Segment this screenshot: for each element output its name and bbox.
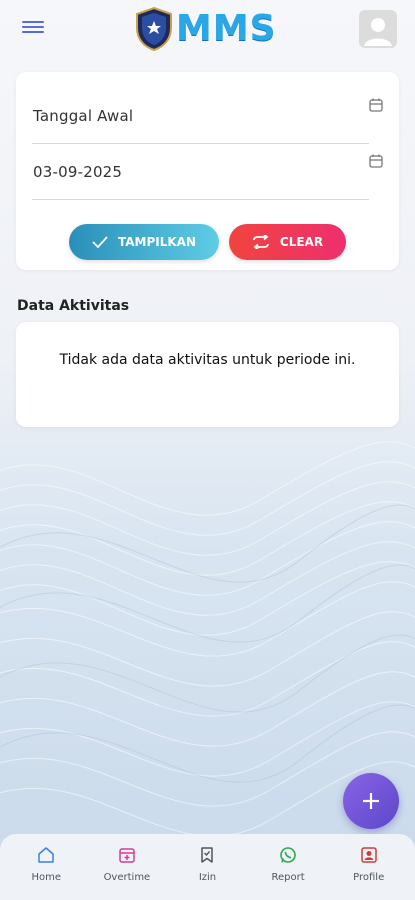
end-date-value: 03-09-2025 bbox=[33, 162, 123, 181]
shield-logo-icon bbox=[136, 6, 172, 52]
app-logo: MMS bbox=[134, 6, 277, 52]
plus-icon bbox=[363, 793, 379, 809]
nav-label: Overtime bbox=[103, 872, 151, 883]
app-header: MMS bbox=[0, 0, 415, 58]
add-fab-button[interactable] bbox=[343, 773, 399, 829]
nav-item-izin[interactable]: Izin bbox=[171, 834, 243, 900]
activities-card: Tidak ada data aktivitas untuk periode i… bbox=[16, 322, 399, 427]
show-button-label: TAMPILKAN bbox=[117, 235, 197, 249]
nav-label: Report bbox=[271, 872, 305, 883]
section-title: Data Aktivitas bbox=[17, 298, 130, 314]
clear-button[interactable]: CLEAR bbox=[229, 224, 346, 260]
swap-arrows-icon bbox=[253, 235, 269, 249]
calendar-icon[interactable] bbox=[369, 98, 383, 112]
calendar-icon[interactable] bbox=[369, 154, 383, 168]
calendar-plus-icon bbox=[119, 848, 135, 863]
nav-label: Profile bbox=[353, 872, 385, 883]
date-filter-card: Tanggal Awal 03-09-2025 TAMPILKAN CLEAR bbox=[16, 72, 399, 270]
logo-text: MMS bbox=[176, 8, 277, 49]
profile-card-icon bbox=[360, 847, 377, 863]
show-button[interactable]: TAMPILKAN bbox=[69, 224, 219, 260]
start-date-field[interactable]: Tanggal Awal bbox=[32, 88, 383, 144]
nav-item-report[interactable]: Report bbox=[252, 834, 324, 900]
nav-item-overtime[interactable]: Overtime bbox=[91, 834, 163, 900]
avatar[interactable] bbox=[359, 10, 397, 48]
bookmark-check-icon bbox=[201, 847, 214, 863]
nav-item-profile[interactable]: Profile bbox=[333, 834, 405, 900]
whatsapp-icon bbox=[280, 847, 296, 863]
nav-label: Izin bbox=[198, 872, 217, 883]
empty-state-message: Tidak ada data aktivitas untuk periode i… bbox=[59, 351, 356, 368]
start-date-placeholder: Tanggal Awal bbox=[33, 106, 134, 125]
nav-label: Home bbox=[31, 872, 62, 883]
check-icon bbox=[92, 236, 108, 248]
home-icon bbox=[38, 847, 55, 863]
user-avatar-icon bbox=[364, 18, 392, 46]
nav-item-home[interactable]: Home bbox=[10, 834, 82, 900]
end-date-field[interactable]: 03-09-2025 bbox=[32, 144, 383, 200]
clear-button-label: CLEAR bbox=[279, 235, 324, 249]
bottom-navigation: Home Overtime Izin Report Profile bbox=[0, 834, 415, 900]
hamburger-menu-icon[interactable] bbox=[22, 18, 44, 36]
